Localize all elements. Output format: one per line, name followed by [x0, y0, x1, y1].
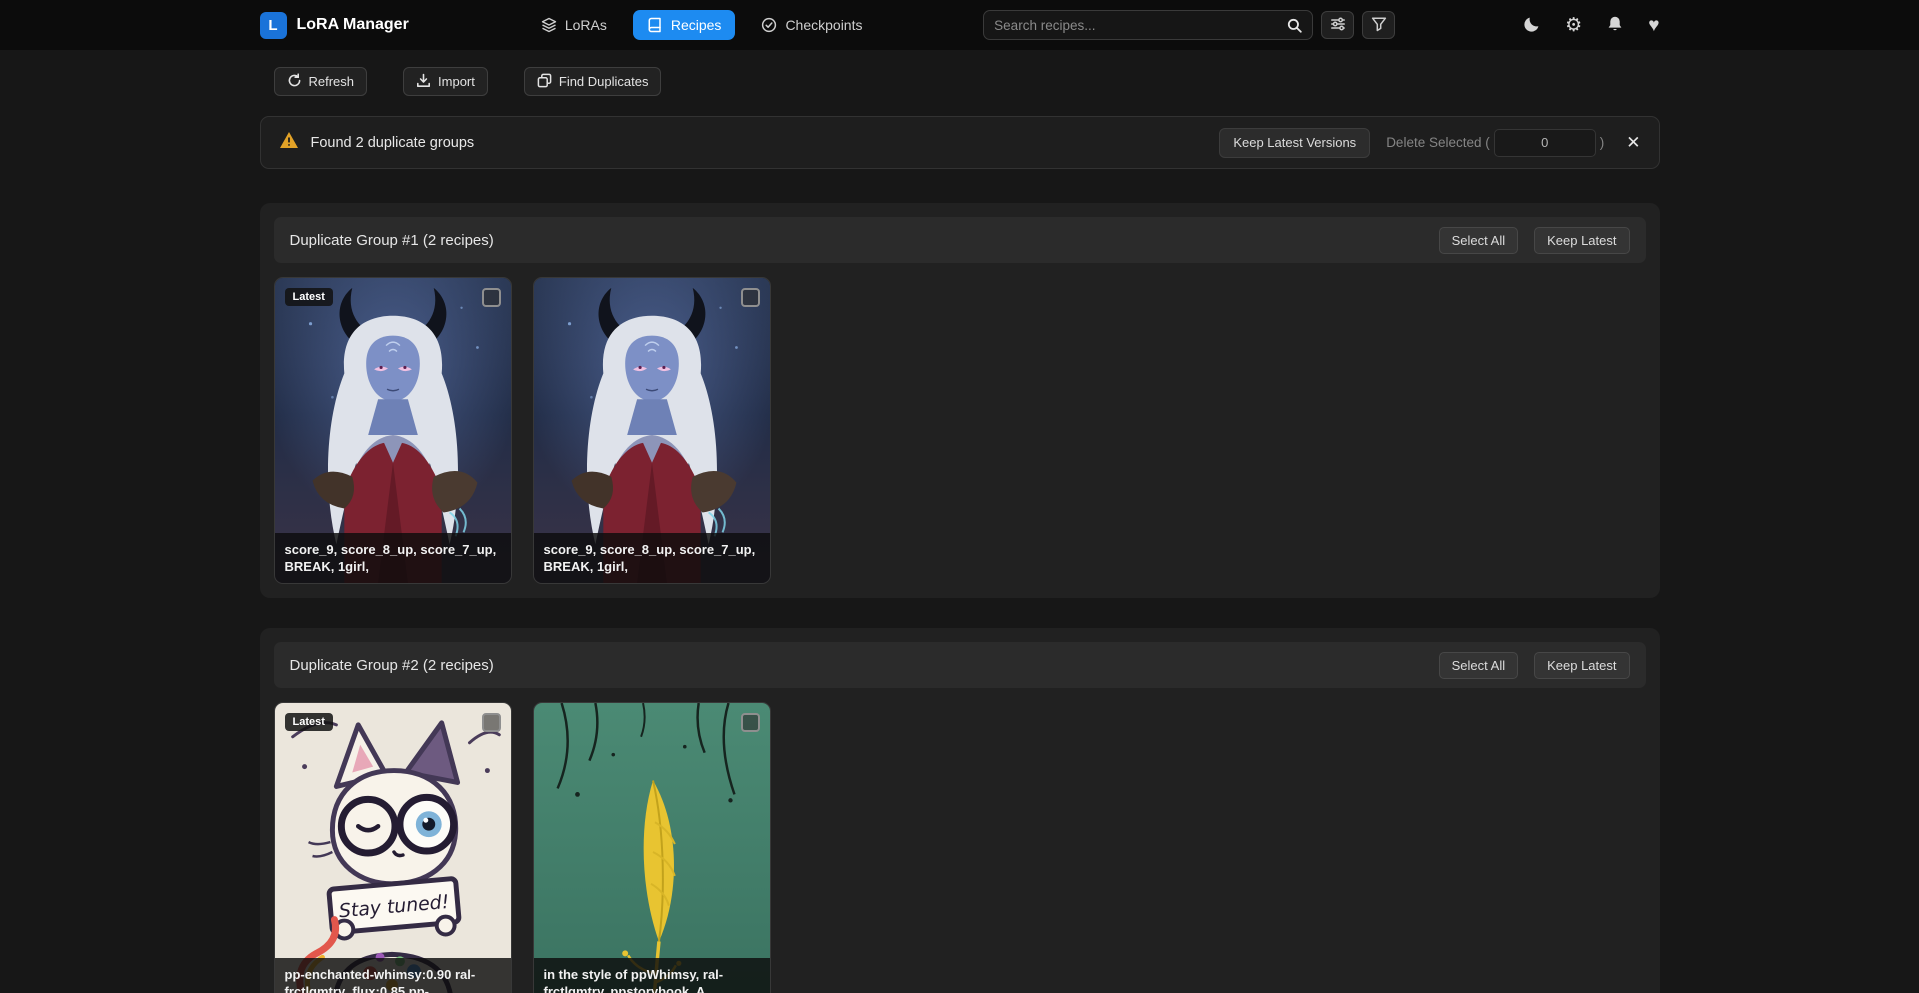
bell-icon — [1606, 15, 1624, 36]
delete-selected-control: Delete Selected ( ) — [1386, 129, 1604, 157]
recipe-card[interactable]: in the style of ppWhimsy, ral-frctlgmtry… — [533, 702, 771, 993]
notifications-button[interactable] — [1606, 15, 1624, 36]
app-title: LoRA Manager — [297, 16, 409, 34]
check-circle-icon — [761, 17, 777, 33]
book-icon — [647, 17, 663, 33]
latest-badge: Latest — [285, 288, 333, 306]
nav-tab-label: Checkpoints — [785, 17, 862, 33]
nav-tab-recipes[interactable]: Recipes — [633, 10, 736, 40]
keep-latest-versions-button[interactable]: Keep Latest Versions — [1219, 128, 1370, 158]
main-content: Refresh Import Find Duplicates Found 2 d… — [260, 67, 1660, 993]
recipe-image-cat: Stay tuned! — [275, 703, 511, 993]
delete-selected-prefix: Delete Selected ( — [1386, 135, 1490, 150]
group-title: Duplicate Group #2 (2 recipes) — [290, 657, 494, 674]
recipe-card[interactable]: Stay tuned! Latest pp-enchanted-whimsy:0… — [274, 702, 512, 993]
card-checkbox[interactable] — [741, 288, 760, 307]
cards-grid: Stay tuned! Latest pp-enchanted-whimsy:0… — [274, 702, 1646, 993]
search-box — [983, 10, 1313, 40]
banner-message: Found 2 duplicate groups — [311, 135, 475, 151]
nav-tab-loras[interactable]: LoRAs — [527, 10, 621, 40]
app-logo: L — [260, 12, 287, 39]
group-header: Duplicate Group #2 (2 recipes) Select Al… — [274, 642, 1646, 688]
import-label: Import — [438, 74, 475, 89]
keep-latest-button[interactable]: Keep Latest — [1534, 652, 1629, 679]
import-button[interactable]: Import — [403, 67, 488, 96]
recipe-card[interactable]: score_9, score_8_up, score_7_up, BREAK, … — [533, 277, 771, 584]
theme-toggle-button[interactable] — [1523, 15, 1541, 36]
gear-icon: ⚙ — [1565, 16, 1582, 35]
duplicate-group-2: Duplicate Group #2 (2 recipes) Select Al… — [260, 628, 1660, 993]
settings-button[interactable]: ⚙ — [1565, 16, 1582, 35]
card-caption: pp-enchanted-whimsy:0.90 ral-frctlgmtry_… — [275, 958, 511, 993]
top-navbar: L LoRA Manager LoRAs Recipes C — [0, 0, 1919, 50]
funnel-icon — [1371, 16, 1387, 35]
card-caption: in the style of ppWhimsy, ral-frctlgmtry… — [534, 958, 770, 993]
keep-latest-button[interactable]: Keep Latest — [1534, 227, 1629, 254]
heart-icon: ♥ — [1648, 16, 1659, 35]
card-caption: score_9, score_8_up, score_7_up, BREAK, … — [275, 533, 511, 583]
sliders-icon — [1330, 16, 1346, 35]
find-duplicates-label: Find Duplicates — [559, 74, 649, 89]
duplicates-banner: Found 2 duplicate groups Keep Latest Ver… — [260, 116, 1660, 169]
search-area — [983, 10, 1395, 40]
banner-actions: Keep Latest Versions Delete Selected ( )… — [1219, 128, 1640, 158]
card-caption: score_9, score_8_up, score_7_up, BREAK, … — [534, 533, 770, 583]
delete-count-input[interactable] — [1494, 129, 1596, 157]
duplicate-group-1: Duplicate Group #1 (2 recipes) Select Al… — [260, 203, 1660, 598]
delete-selected-suffix: ) — [1600, 135, 1605, 150]
nav-tab-checkpoints[interactable]: Checkpoints — [747, 10, 876, 40]
select-all-button[interactable]: Select All — [1439, 227, 1518, 254]
nav-tab-label: Recipes — [671, 17, 722, 33]
main-nav: LoRAs Recipes Checkpoints — [527, 10, 877, 40]
group-actions: Select All Keep Latest — [1439, 227, 1630, 254]
moon-icon — [1523, 15, 1541, 36]
refresh-label: Refresh — [309, 74, 355, 89]
find-duplicates-button[interactable]: Find Duplicates — [524, 67, 662, 96]
cards-grid: Latest score_9, score_8_up, score_7_up, … — [274, 277, 1646, 584]
brand: L LoRA Manager — [260, 12, 409, 39]
search-input[interactable] — [994, 18, 1287, 33]
nav-tab-label: LoRAs — [565, 17, 607, 33]
warning-icon — [279, 131, 299, 154]
search-icon[interactable] — [1287, 18, 1302, 33]
toolbar: Refresh Import Find Duplicates — [260, 67, 1660, 96]
close-banner-button[interactable]: ✕ — [1626, 133, 1640, 153]
card-checkbox[interactable] — [482, 288, 501, 307]
group-actions: Select All Keep Latest — [1439, 652, 1630, 679]
refresh-button[interactable]: Refresh — [274, 67, 368, 96]
import-icon — [416, 73, 431, 91]
recipe-image-feather — [534, 703, 770, 993]
card-checkbox[interactable] — [741, 713, 760, 732]
navbar-icon-group: ⚙ ♥ — [1523, 15, 1659, 36]
duplicates-icon — [537, 73, 552, 91]
layers-icon — [541, 17, 557, 33]
group-title: Duplicate Group #1 (2 recipes) — [290, 232, 494, 249]
sort-options-button[interactable] — [1321, 11, 1354, 39]
recipe-card[interactable]: Latest score_9, score_8_up, score_7_up, … — [274, 277, 512, 584]
logo-letter: L — [268, 17, 277, 34]
support-button[interactable]: ♥ — [1648, 16, 1659, 35]
card-checkbox[interactable] — [482, 713, 501, 732]
group-header: Duplicate Group #1 (2 recipes) Select Al… — [274, 217, 1646, 263]
latest-badge: Latest — [285, 713, 333, 731]
select-all-button[interactable]: Select All — [1439, 652, 1518, 679]
filter-button[interactable] — [1362, 11, 1395, 39]
refresh-icon — [287, 73, 302, 91]
